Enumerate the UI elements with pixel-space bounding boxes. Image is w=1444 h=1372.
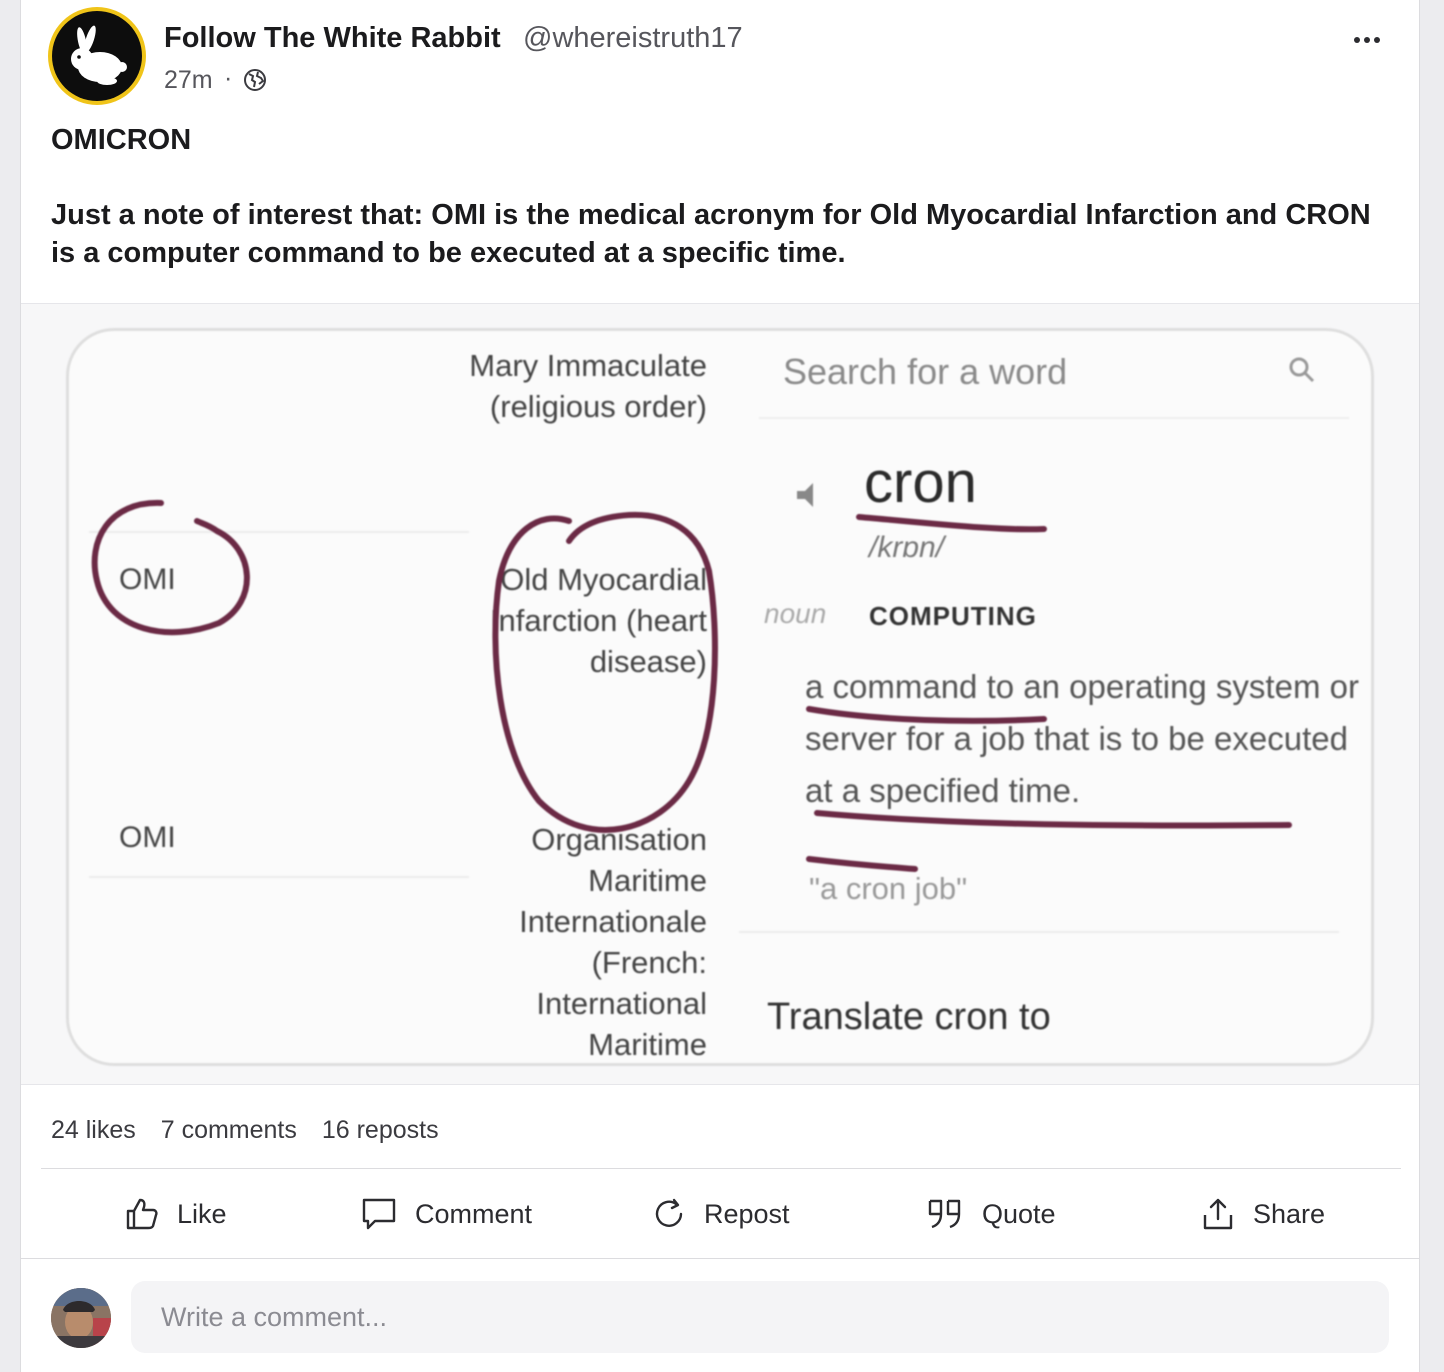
divider xyxy=(41,1168,1401,1169)
quote-button[interactable]: Quote xyxy=(926,1192,1056,1236)
rabbit-icon xyxy=(71,25,127,85)
post-card: Follow The White Rabbit @whereistruth17 … xyxy=(20,0,1420,1372)
quote-label: Quote xyxy=(982,1198,1056,1229)
globe-icon xyxy=(244,69,266,91)
author-avatar[interactable] xyxy=(48,7,146,105)
post-timestamp[interactable]: 27m xyxy=(164,66,213,95)
engagement-stats: 24 likes 7 comments 16 reposts xyxy=(51,1116,457,1145)
handwritten-annotations xyxy=(91,499,1292,872)
more-options-icon[interactable] xyxy=(1352,28,1388,52)
comment-label: Comment xyxy=(415,1198,533,1229)
screenshot-image: Mary Immaculate (religious order) OMI Ol… xyxy=(66,328,1374,1066)
repost-icon xyxy=(655,1198,683,1227)
user-photo xyxy=(51,1288,111,1348)
post-title: OMICRON xyxy=(51,124,192,156)
share-button[interactable]: Share xyxy=(1201,1192,1325,1236)
author-name[interactable]: Follow The White Rabbit xyxy=(164,22,501,55)
user-avatar[interactable] xyxy=(51,1288,111,1348)
repost-label: Repost xyxy=(704,1198,790,1229)
quote-icon xyxy=(928,1199,961,1229)
like-button[interactable]: Like xyxy=(125,1192,227,1236)
reposts-count[interactable]: 16 reposts xyxy=(322,1116,439,1144)
comment-button[interactable]: Comment xyxy=(361,1192,532,1236)
comment-input[interactable] xyxy=(131,1281,1389,1353)
thumbs-up-icon xyxy=(126,1198,158,1230)
comment-icon xyxy=(362,1198,396,1230)
like-label: Like xyxy=(177,1198,227,1229)
post-body: Just a note of interest that: OMI is the… xyxy=(51,199,1371,269)
post-image[interactable]: Mary Immaculate (religious order) OMI Ol… xyxy=(21,303,1419,1085)
share-label: Share xyxy=(1253,1198,1326,1229)
repost-button[interactable]: Repost xyxy=(652,1192,790,1236)
likes-count[interactable]: 24 likes xyxy=(51,1116,136,1144)
meta-separator: · xyxy=(224,64,233,92)
divider xyxy=(21,1258,1419,1259)
share-icon xyxy=(1203,1198,1233,1230)
comments-count[interactable]: 7 comments xyxy=(161,1116,297,1144)
author-handle[interactable]: @whereistruth17 xyxy=(523,22,743,55)
